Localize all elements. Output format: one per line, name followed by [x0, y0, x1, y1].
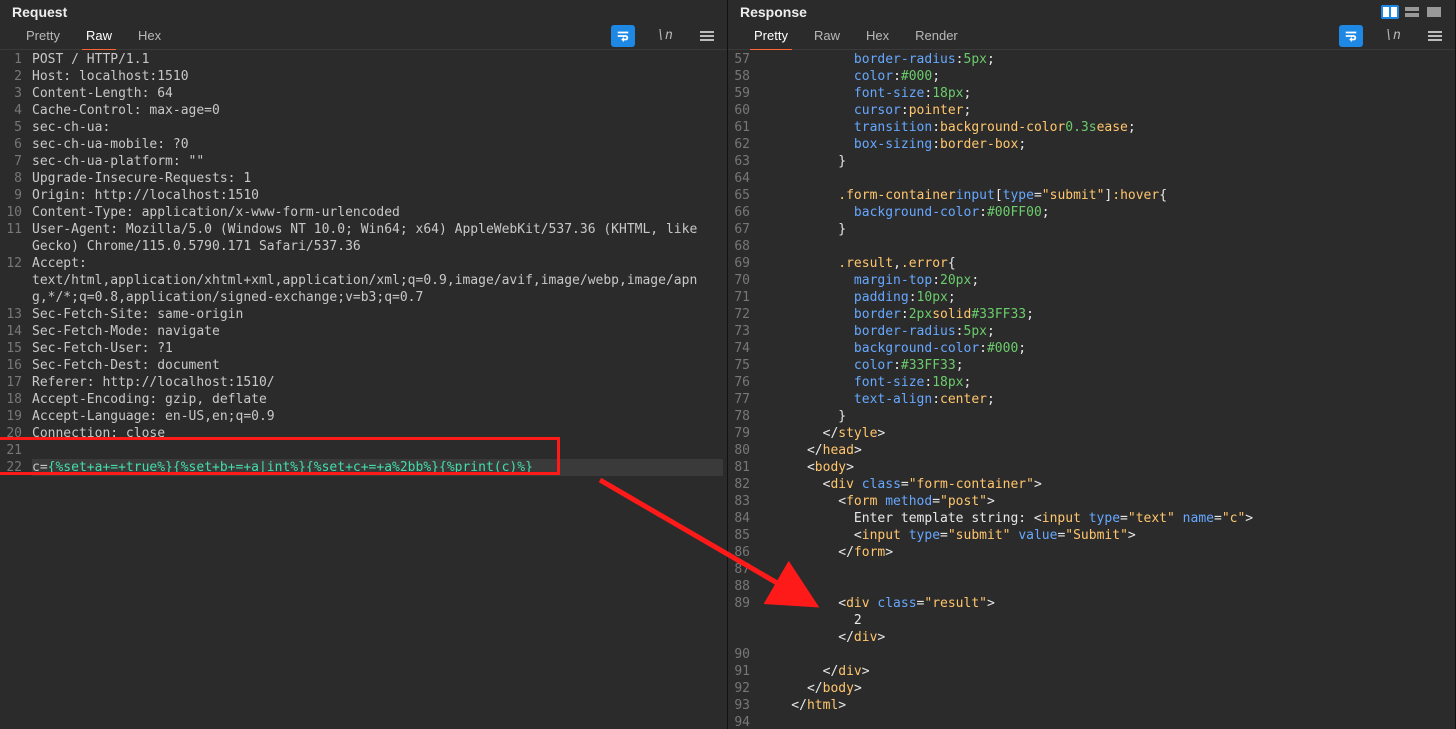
tab-hex[interactable]: Hex [862, 22, 893, 51]
request-editor[interactable]: 12345678910111213141516171819202122 POST… [0, 50, 727, 729]
request-panel: Request Pretty Raw Hex \n 12345678910111… [0, 0, 728, 729]
wrap-toggle[interactable] [1339, 25, 1363, 47]
layout-columns-icon[interactable] [1381, 5, 1399, 19]
editor-menu[interactable] [1423, 25, 1447, 47]
tab-raw[interactable]: Raw [82, 22, 116, 51]
tab-render[interactable]: Render [911, 22, 962, 51]
response-title: Response [740, 4, 807, 20]
request-title: Request [12, 4, 67, 20]
tab-raw[interactable]: Raw [810, 22, 844, 51]
tab-hex[interactable]: Hex [134, 22, 165, 51]
request-tabs: Pretty Raw Hex \n [0, 22, 727, 50]
show-nonprintable[interactable]: \n [1381, 25, 1405, 47]
response-editor[interactable]: 5758596061626364656667686970717273747576… [728, 50, 1455, 729]
editor-menu[interactable] [695, 25, 719, 47]
wrap-toggle[interactable] [611, 25, 635, 47]
layout-single-icon[interactable] [1425, 5, 1443, 19]
layout-rows-icon[interactable] [1403, 5, 1421, 19]
tab-pretty[interactable]: Pretty [750, 22, 792, 51]
request-header: Request [0, 0, 727, 22]
tab-pretty[interactable]: Pretty [22, 22, 64, 51]
response-panel: Response Pretty Raw Hex Render \n 575859… [728, 0, 1456, 729]
show-nonprintable[interactable]: \n [653, 25, 677, 47]
response-tabs: Pretty Raw Hex Render \n [728, 22, 1455, 50]
response-header: Response [728, 0, 1455, 22]
